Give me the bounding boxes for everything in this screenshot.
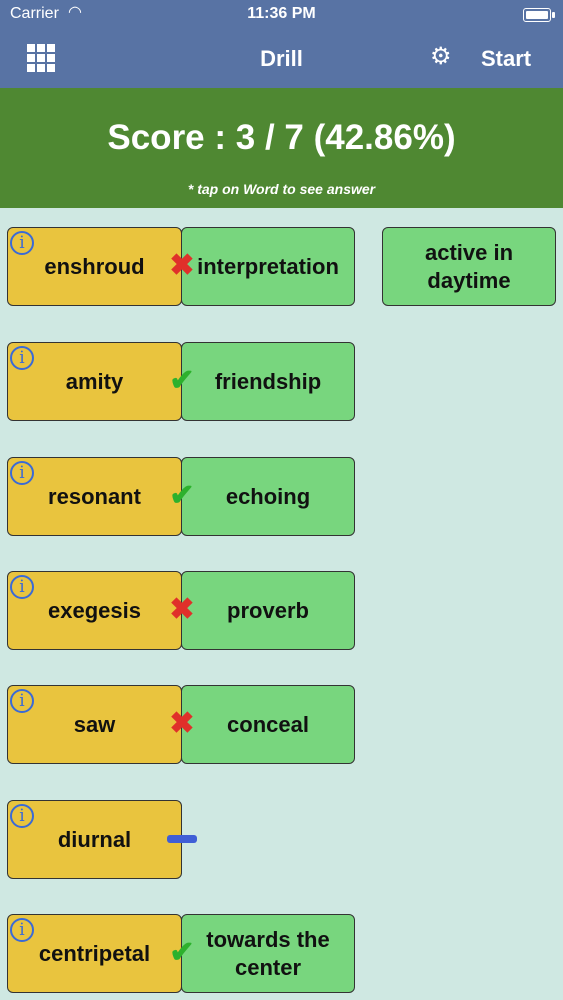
word-card[interactable]: i saw — [7, 685, 182, 764]
extra-answer-label: active in daytime — [424, 239, 514, 293]
check-icon: ✔ — [169, 479, 195, 512]
answer-label: friendship — [214, 368, 322, 394]
cross-icon: ✖ — [169, 249, 195, 282]
answer-card[interactable]: interpretation — [181, 227, 355, 306]
cross-icon: ✖ — [169, 707, 195, 740]
info-icon[interactable]: i — [10, 346, 34, 370]
word-card[interactable]: i exegesis — [7, 571, 182, 650]
info-icon[interactable]: i — [10, 689, 34, 713]
answer-label: interpretation — [197, 253, 339, 279]
status-time: 11:36 PM — [247, 5, 316, 22]
word-label: saw — [73, 711, 116, 737]
word-label: enshroud — [44, 253, 145, 279]
answer-card[interactable]: echoing — [181, 457, 355, 536]
pending-dash-icon — [167, 835, 197, 843]
drill-list: active in daytime i enshroud interpretatio… — [0, 208, 563, 1000]
word-card[interactable]: i resonant — [7, 457, 182, 536]
extra-answer-card[interactable]: active in daytime — [382, 227, 556, 306]
info-icon[interactable]: i — [10, 804, 34, 828]
start-button[interactable]: Start — [481, 46, 531, 72]
battery-icon — [523, 8, 555, 22]
score-panel: Score : 3 / 7 (42.86%) * tap on Word to … — [0, 88, 563, 208]
word-card[interactable]: i diurnal — [7, 800, 182, 879]
check-icon: ✔ — [169, 364, 195, 397]
answer-label: proverb — [227, 597, 309, 623]
word-label: resonant — [48, 483, 141, 509]
answer-card[interactable]: conceal — [181, 685, 355, 764]
info-icon[interactable]: i — [10, 918, 34, 942]
answer-label: towards the center — [206, 926, 330, 980]
hint-text: * tap on Word to see answer — [187, 181, 376, 197]
score-text: Score : 3 / 7 (42.86%) — [107, 118, 456, 157]
answer-label: echoing — [225, 483, 311, 509]
word-label: diurnal — [57, 826, 132, 852]
check-icon: ✔ — [169, 936, 195, 969]
cross-icon: ✖ — [169, 593, 195, 626]
info-icon[interactable]: i — [10, 575, 34, 599]
answer-card[interactable]: towards the center — [181, 914, 355, 993]
word-card[interactable]: i enshroud — [7, 227, 182, 306]
word-card[interactable]: i centripetal — [7, 914, 182, 993]
info-icon[interactable]: i — [10, 461, 34, 485]
answer-card[interactable]: friendship — [181, 342, 355, 421]
word-label: exegesis — [48, 597, 141, 623]
word-card[interactable]: i amity — [7, 342, 182, 421]
page-title: Drill — [260, 46, 303, 71]
gear-icon[interactable]: ⚙ — [430, 42, 452, 71]
word-label: centripetal — [38, 940, 151, 966]
info-icon[interactable]: i — [10, 231, 34, 255]
word-label: amity — [65, 368, 124, 394]
nav-bar: Drill ⚙ Start — [0, 30, 563, 88]
answer-card[interactable]: proverb — [181, 571, 355, 650]
answer-label: conceal — [227, 711, 309, 737]
status-bar: Carrier ◠ 11:36 PM — [0, 0, 563, 30]
